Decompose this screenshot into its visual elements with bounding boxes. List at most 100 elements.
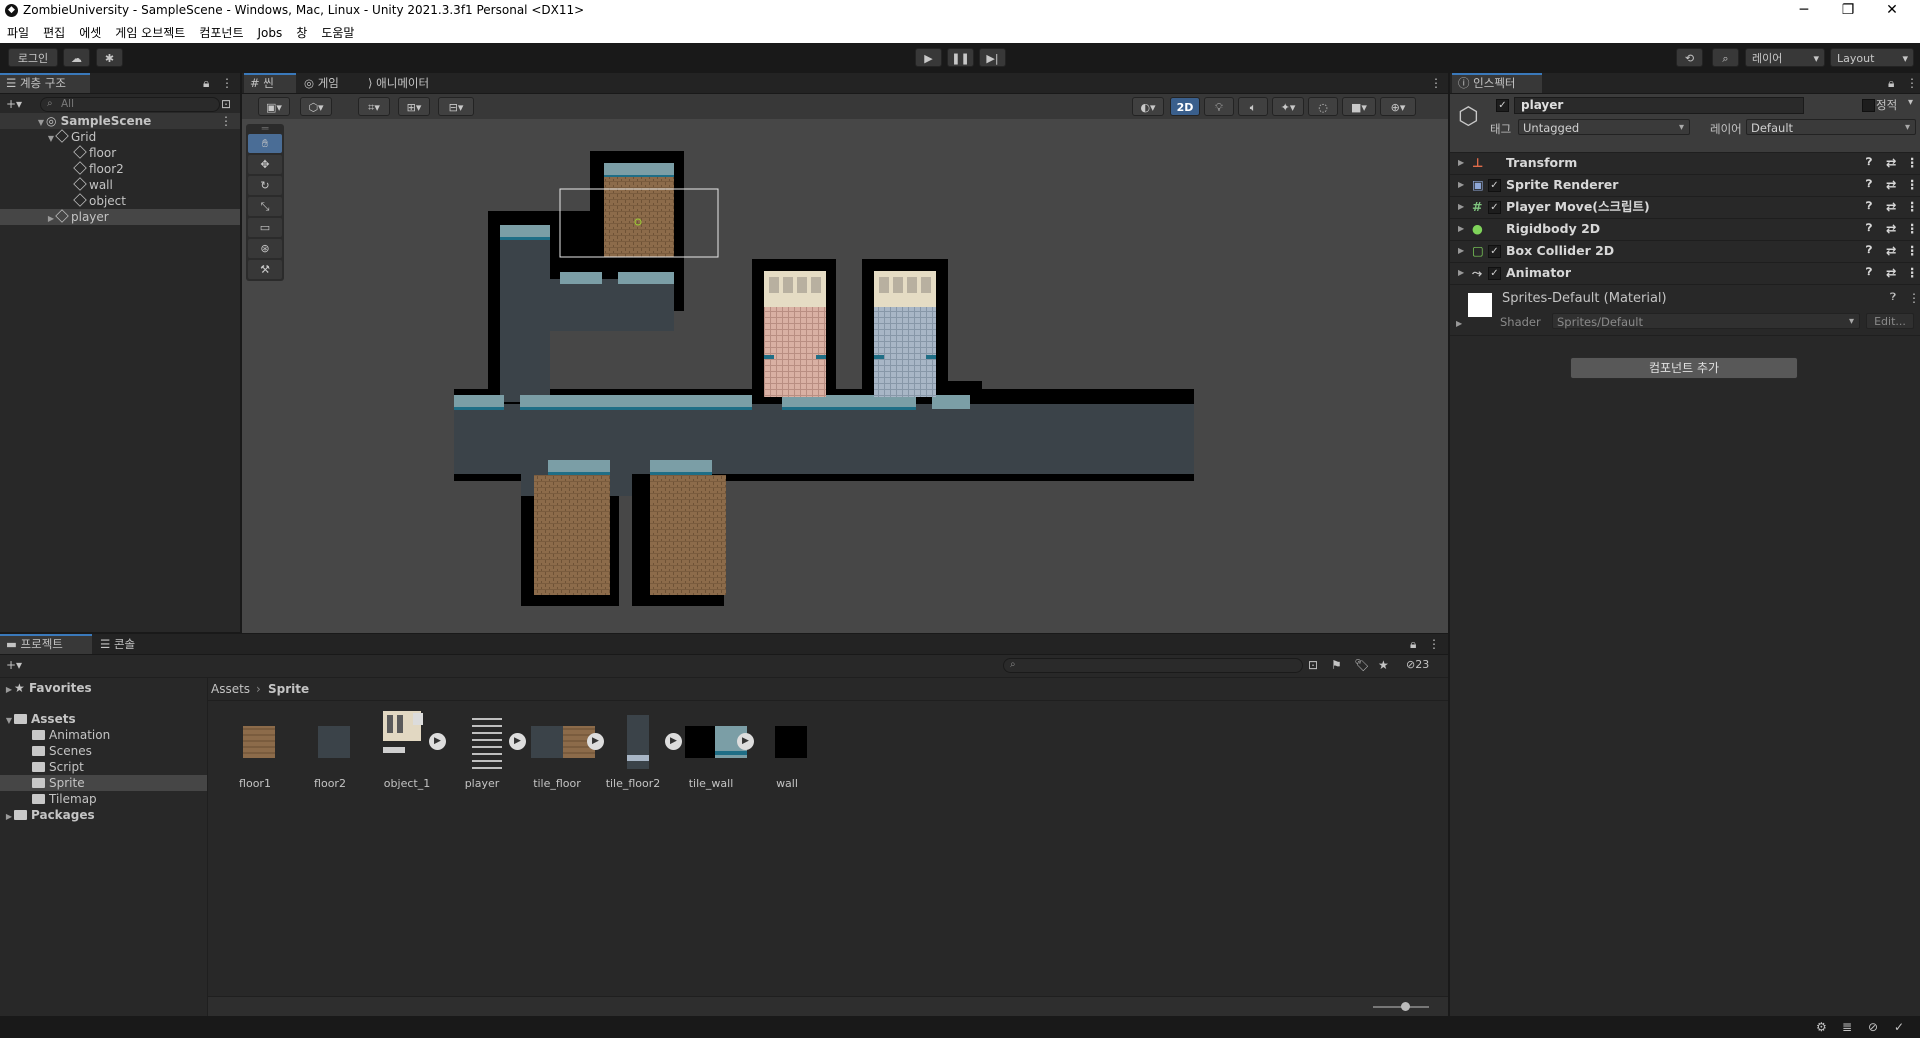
lock-icon[interactable]: 🔒︎ <box>1410 637 1416 652</box>
enabled-checkbox[interactable]: ✓ <box>1488 267 1501 280</box>
tab-inspector[interactable]: ⓘ 인스펙터 <box>1452 73 1542 93</box>
scale-tool-icon[interactable]: ⤡ <box>248 197 282 216</box>
expand-arrow-icon[interactable]: ▶ <box>1458 152 1464 174</box>
expand-arrow-icon[interactable]: ▶ <box>1458 174 1464 196</box>
effects-icon[interactable]: ✦▾ <box>1272 97 1304 116</box>
custom-tool-icon[interactable]: ⚒ <box>248 260 282 279</box>
component-box-collider2d[interactable]: ▶ ▢ ✓ Box Collider 2D ❓︎ ⇄ ⋮ <box>1450 240 1920 263</box>
help-icon[interactable]: ❓︎ <box>1866 196 1872 218</box>
step-button[interactable]: ▶| <box>979 48 1006 67</box>
filter-type-icon[interactable]: ⚑ <box>1331 658 1342 672</box>
add-component-button[interactable]: 컴포넌트 추가 <box>1570 357 1798 379</box>
asset-item[interactable]: ▶ ▶ tile_floor <box>509 711 604 790</box>
project-search-input[interactable]: ⌕ <box>1003 658 1303 673</box>
asset-item[interactable]: tile_floor2 <box>598 711 668 790</box>
drag-handle-icon[interactable]: ═ <box>248 123 282 134</box>
layers-dropdown[interactable]: 레이어 ▾ <box>1745 48 1825 67</box>
enabled-checkbox[interactable]: ✓ <box>1488 245 1501 258</box>
expand-arrow-icon[interactable]: ▶ <box>4 809 14 825</box>
more-icon[interactable]: ⋮ <box>1906 174 1919 196</box>
component-sprite-renderer[interactable]: ▶ ▣ ✓ Sprite Renderer ❓︎ ⇄ ⋮ <box>1450 174 1920 197</box>
hierarchy-item-floor[interactable]: floor <box>0 145 240 161</box>
tree-packages[interactable]: ▶ Packages <box>4 807 95 823</box>
hierarchy-item-samplescene[interactable]: ▼ ◎ SampleScene ⋮ <box>0 113 240 129</box>
lock-icon[interactable]: 🔒︎ <box>203 76 209 91</box>
scene-visibility-icon[interactable]: ⊡ <box>221 97 231 111</box>
lock-icon[interactable]: 🔒︎ <box>1888 76 1894 91</box>
draw-mode-icon[interactable]: ▣▾ <box>258 97 290 116</box>
edit-shader-button[interactable]: Edit... <box>1866 313 1914 329</box>
play-button[interactable]: ▶ <box>915 48 942 67</box>
render-mode-icon[interactable]: ⬡▾ <box>300 97 332 116</box>
hierarchy-search-input[interactable]: ⌕ All <box>40 97 220 112</box>
preset-icon[interactable]: ⇄ <box>1886 218 1896 240</box>
menu-window[interactable]: 창 <box>289 22 314 41</box>
label-filter-icon[interactable]: 🏷︎ <box>1354 658 1369 672</box>
asset-item[interactable]: player <box>447 711 517 790</box>
component-transform[interactable]: ▶ ⊥ Transform ❓︎ ⇄ ⋮ <box>1450 152 1920 175</box>
shading-mode-icon[interactable]: ◐▾ <box>1132 97 1164 116</box>
hierarchy-item-player[interactable]: ▶ player <box>0 209 240 225</box>
login-button[interactable]: 로그인 <box>8 48 58 67</box>
more-icon[interactable]: ⋮ <box>1906 152 1919 174</box>
menu-help[interactable]: 도움말 <box>314 22 361 41</box>
expand-arrow-icon[interactable]: ▶ <box>1458 262 1464 284</box>
hierarchy-item-object[interactable]: object <box>0 193 240 209</box>
component-rigidbody2d[interactable]: ▶ ● Rigidbody 2D ❓︎ ⇄ ⋮ <box>1450 218 1920 241</box>
expand-arrow-icon[interactable]: ▶ <box>1456 319 1462 328</box>
chevron-down-icon[interactable]: ▾ <box>1908 97 1913 108</box>
add-icon[interactable]: +▾ <box>6 97 22 111</box>
minimize-icon[interactable]: ─ <box>1782 0 1826 22</box>
asset-item[interactable]: floor2 <box>295 711 365 790</box>
tree-assets[interactable]: ▼ Assets <box>4 711 76 727</box>
hierarchy-item-grid[interactable]: ▼ Grid <box>0 129 240 145</box>
hierarchy-item-floor2[interactable]: floor2 <box>0 161 240 177</box>
tree-favorites[interactable]: ▶ ★ Favorites <box>4 680 92 696</box>
breadcrumb-sprite[interactable]: Sprite <box>268 682 309 696</box>
help-icon[interactable]: ❓︎ <box>1866 262 1872 284</box>
menu-component[interactable]: 컴포넌트 <box>192 22 250 41</box>
tab-console[interactable]: ☰ 콘솔 <box>94 634 154 654</box>
cloud-icon[interactable]: ☁ <box>63 48 90 67</box>
play-icon[interactable]: ▶ <box>665 733 682 750</box>
progress-icon[interactable]: ✓ <box>1894 1020 1904 1034</box>
transform-tool-icon[interactable]: ⊛ <box>248 239 282 258</box>
history-icon[interactable]: ⟲ <box>1676 48 1703 67</box>
help-icon[interactable]: ❓︎ <box>1866 218 1872 240</box>
asset-item[interactable]: wall <box>752 711 822 790</box>
expand-arrow-icon[interactable]: ▶ <box>1458 218 1464 240</box>
tree-folder-animation[interactable]: Animation <box>32 727 110 743</box>
menu-edit[interactable]: 편집 <box>36 22 72 41</box>
object-name-field[interactable]: player <box>1514 97 1804 114</box>
toggle-2d-button[interactable]: 2D <box>1170 97 1200 116</box>
more-icon[interactable]: ⋮ <box>1906 218 1919 240</box>
audio-icon[interactable]: 🔈︎ <box>1238 97 1268 116</box>
more-icon[interactable]: ⋮ <box>221 76 233 90</box>
more-icon[interactable]: ⋮ <box>1906 76 1918 90</box>
debug-icon[interactable]: ⚙ <box>1816 1020 1827 1034</box>
tab-scene[interactable]: # 씬 <box>244 73 296 93</box>
tab-project[interactable]: ▬ 프로젝트 <box>0 634 92 654</box>
favorite-star-icon[interactable]: ★ <box>1378 658 1389 672</box>
network-icon[interactable]: ⊘ <box>1868 1020 1878 1034</box>
zoom-slider-thumb[interactable] <box>1401 1002 1410 1011</box>
preset-icon[interactable]: ⇄ <box>1886 152 1896 174</box>
tab-animator[interactable]: ⟩ 애니메이터 <box>362 73 450 93</box>
expand-arrow-icon[interactable]: ▶ <box>1458 196 1464 218</box>
material-preview[interactable] <box>1468 293 1492 317</box>
preset-icon[interactable]: ⇄ <box>1886 240 1896 262</box>
help-icon[interactable]: ❓︎ <box>1866 240 1872 262</box>
layer-dropdown[interactable]: Default <box>1746 119 1916 136</box>
hidden-objects-icon[interactable]: ◌ <box>1308 97 1338 116</box>
more-icon[interactable]: ⋮ <box>1906 240 1919 262</box>
more-icon[interactable]: ⋮ <box>1430 76 1442 90</box>
tab-hierarchy[interactable]: ☰ 계층 구조 <box>0 73 90 93</box>
help-icon[interactable]: ❓︎ <box>1866 174 1872 196</box>
pause-button[interactable]: ❚❚ <box>947 48 974 67</box>
search-by-type-icon[interactable]: ⊡ <box>1308 658 1318 672</box>
grid-snap-icon[interactable]: ⌗▾ <box>358 97 390 116</box>
asset-item[interactable]: floor1 <box>220 711 290 790</box>
grid-visibility-icon[interactable]: ⊞▾ <box>398 97 430 116</box>
menu-jobs[interactable]: Jobs <box>251 24 290 40</box>
search-icon[interactable]: ⌕ <box>1712 48 1739 67</box>
